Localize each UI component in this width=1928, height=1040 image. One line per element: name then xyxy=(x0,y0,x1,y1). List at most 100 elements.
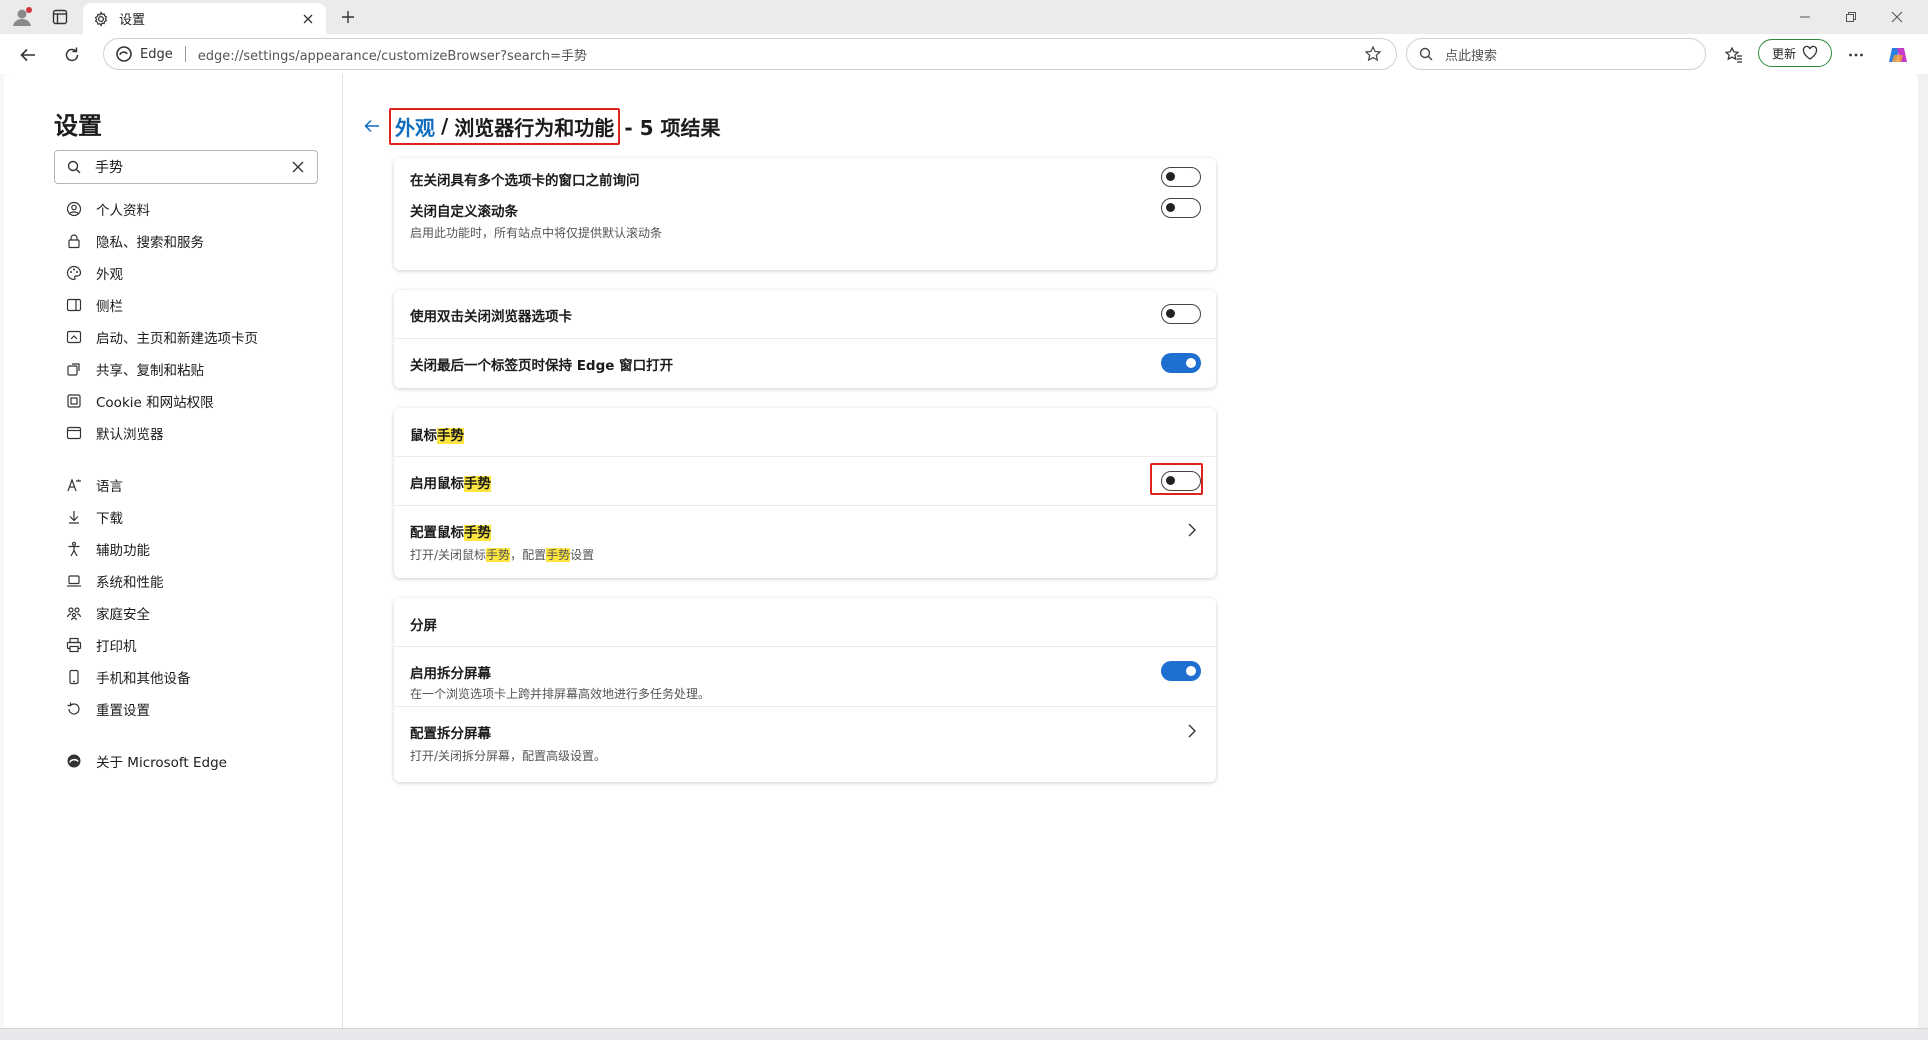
breadcrumb-link-appearance[interactable]: 外观 xyxy=(395,112,435,141)
family-icon xyxy=(66,605,82,621)
sidebar-item-system[interactable]: 系统和性能 xyxy=(66,569,164,593)
toggle-keep-window-open[interactable] xyxy=(1161,353,1201,373)
sidebar-item-share[interactable]: 共享、复制和粘贴 xyxy=(66,357,204,381)
gear-icon xyxy=(93,10,109,27)
settings-sidebar: 设置 个人资料 隐私、搜索和服务 外观 侧栏 启动、 xyxy=(4,74,343,1028)
back-icon[interactable] xyxy=(14,42,42,68)
page-scrollbar[interactable] xyxy=(1918,74,1928,1028)
setting-description-text: 设置 xyxy=(570,548,595,562)
sidebar-item-phone[interactable]: 手机和其他设备 xyxy=(66,665,191,689)
settings-card-split-screen: 分屏 启用拆分屏幕 在一个浏览选项卡上跨并排屏幕高效地进行多任务处理。 配置拆分… xyxy=(394,598,1216,782)
setting-description-text: 打开/关闭鼠标 xyxy=(410,548,487,562)
toggle-ask-before-close[interactable] xyxy=(1161,167,1201,187)
setting-label: 配置拆分屏幕 xyxy=(410,726,491,742)
sidebar-item-label: 启动、主页和新建选项卡页 xyxy=(96,331,258,347)
sidebar-item-label: 打印机 xyxy=(96,639,137,655)
refresh-icon[interactable] xyxy=(58,42,86,68)
address-url[interactable]: edge://settings/appearance/customizeBrow… xyxy=(198,45,1362,64)
back-arrow-icon[interactable] xyxy=(361,115,383,137)
printer-icon xyxy=(66,637,82,653)
sidebar-item-label: 共享、复制和粘贴 xyxy=(96,363,204,379)
favorites-icon[interactable] xyxy=(1720,42,1748,68)
sidebar-item-default-browser[interactable]: 默认浏览器 xyxy=(66,421,164,445)
settings-search-input[interactable] xyxy=(95,159,291,175)
setting-label: 启用鼠标手势 xyxy=(410,472,491,492)
section-header-mouse-gesture: 鼠标手势 xyxy=(394,408,1216,456)
sidebar-item-appearance[interactable]: 外观 xyxy=(66,261,123,285)
section-title-text: 鼠标 xyxy=(410,428,437,444)
close-window-icon[interactable] xyxy=(1874,4,1920,30)
sidebar-item-profile[interactable]: 个人资料 xyxy=(66,197,150,221)
sidebar-item-sidebar[interactable]: 侧栏 xyxy=(66,293,123,317)
setting-description: 在一个浏览选项卡上跨并排屏幕高效地进行多任务处理。 xyxy=(410,687,711,701)
sidebar-item-label: 辅助功能 xyxy=(96,543,150,559)
section-header-split-screen: 分屏 xyxy=(394,598,1216,646)
window-bottom-edge xyxy=(0,1028,1928,1040)
setting-description: 启用此功能时，所有站点中将仅提供默认滚动条 xyxy=(410,226,663,240)
sidebar-item-startup[interactable]: 启动、主页和新建选项卡页 xyxy=(66,325,258,349)
setting-row-enable-mouse-gesture: 启用鼠标手势 xyxy=(394,457,1216,505)
address-brand: Edge xyxy=(140,46,173,62)
address-separator xyxy=(184,46,186,62)
toggle-double-click-close[interactable] xyxy=(1161,304,1201,324)
setting-row-double-click-close: 使用双击关闭浏览器选项卡 xyxy=(394,290,1216,338)
clear-search-icon[interactable] xyxy=(291,160,305,174)
web-search-box[interactable]: 点此搜索 xyxy=(1406,38,1706,70)
setting-description: 打开/关闭拆分屏幕，配置高级设置。 xyxy=(410,749,607,763)
profile-avatar-icon[interactable] xyxy=(10,6,34,28)
sidebar-item-label: 下载 xyxy=(96,511,123,527)
sidebar-item-accessibility[interactable]: 辅助功能 xyxy=(66,537,150,561)
sidebar-item-label: 隐私、搜索和服务 xyxy=(96,235,204,251)
tab-title: 设置 xyxy=(119,13,146,28)
web-search-placeholder: 点此搜索 xyxy=(1445,48,1498,64)
search-icon xyxy=(1419,47,1433,61)
heart-icon xyxy=(1802,45,1818,61)
section-title: 分屏 xyxy=(410,618,437,634)
setting-row-configure-split-screen[interactable]: 配置拆分屏幕 打开/关闭拆分屏幕，配置高级设置。 xyxy=(394,707,1216,782)
restore-icon[interactable] xyxy=(1828,4,1874,30)
setting-row-configure-mouse-gesture[interactable]: 配置鼠标手势 打开/关闭鼠标手势，配置手势设置 xyxy=(394,506,1216,578)
settings-card-mouse-gesture: 鼠标手势 启用鼠标手势 配置鼠标手势 打开/关闭鼠标手势，配置手势设置 xyxy=(394,408,1216,578)
toggle-custom-scrollbar[interactable] xyxy=(1161,198,1201,218)
close-tab-icon[interactable] xyxy=(300,11,316,27)
setting-row-custom-scrollbar: 关闭自定义滚动条 启用此功能时，所有站点中将仅提供默认滚动条 xyxy=(394,196,1216,270)
sidebar-item-languages[interactable]: 语言 xyxy=(66,473,123,497)
language-icon xyxy=(66,477,82,493)
sidebar-item-family[interactable]: 家庭安全 xyxy=(66,601,150,625)
sidebar-item-label: 关于 Microsoft Edge xyxy=(96,755,227,771)
more-options-icon[interactable] xyxy=(1842,42,1870,68)
sidebar-item-printers[interactable]: 打印机 xyxy=(66,633,137,657)
chevron-right-icon xyxy=(1184,522,1200,538)
setting-row-ask-before-close: 在关闭具有多个选项卡的窗口之前询问 xyxy=(394,158,1216,196)
setting-label: 在关闭具有多个选项卡的窗口之前询问 xyxy=(410,173,640,189)
sidebar-item-about[interactable]: 关于 Microsoft Edge xyxy=(66,749,227,773)
breadcrumb-current: 浏览器行为和功能 xyxy=(454,115,615,140)
sidebar-item-reset[interactable]: 重置设置 xyxy=(66,697,150,721)
cookie-icon xyxy=(66,393,82,409)
chevron-right-icon xyxy=(1184,723,1200,739)
sidebar-item-label: 家庭安全 xyxy=(96,607,150,623)
sidebar-item-downloads[interactable]: 下载 xyxy=(66,505,123,529)
address-bar[interactable]: Edge edge://settings/appearance/customiz… xyxy=(103,38,1397,70)
minimize-icon[interactable] xyxy=(1782,4,1828,30)
sidebar-item-privacy[interactable]: 隐私、搜索和服务 xyxy=(66,229,204,253)
sidebar-item-cookies[interactable]: Cookie 和网站权限 xyxy=(66,389,214,413)
browser-icon xyxy=(66,425,82,441)
setting-description: 打开/关闭鼠标手势，配置手势设置 xyxy=(410,546,594,563)
update-button[interactable]: 更新 xyxy=(1758,39,1832,67)
copilot-icon[interactable] xyxy=(1884,42,1912,68)
setting-label-text: 启用鼠标 xyxy=(410,476,464,492)
new-tab-icon[interactable] xyxy=(336,6,360,28)
toolbar: Edge edge://settings/appearance/customiz… xyxy=(0,34,1928,74)
tab-actions-icon[interactable] xyxy=(48,6,72,28)
palette-icon xyxy=(66,265,82,281)
toggle-enable-split-screen[interactable] xyxy=(1161,661,1201,681)
favorite-star-icon[interactable] xyxy=(1362,43,1384,65)
tab-settings[interactable]: 设置 xyxy=(83,3,326,34)
tab-strip: 设置 xyxy=(0,0,1928,34)
page-header: 外观 / 浏览器行为和功能 - 5 项结果 xyxy=(361,107,720,145)
search-highlight: 手势 xyxy=(464,525,491,541)
download-icon xyxy=(66,509,82,525)
settings-search-box[interactable] xyxy=(54,150,318,184)
setting-row-keep-window-open: 关闭最后一个标签页时保持 Edge 窗口打开 xyxy=(394,339,1216,388)
